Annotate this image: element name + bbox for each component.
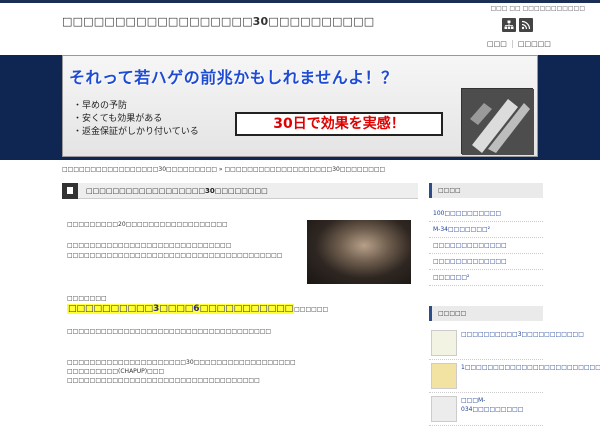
paragraph: □□□□□□□□□□□□□□□□□□□□□□□□□□□□□ [67, 242, 232, 249]
nav-item-1[interactable]: □□□ [482, 40, 513, 48]
banner-cta: 30日で効果を実感！ [235, 112, 443, 136]
recent-post[interactable]: 1□□□□□□□□□□□□□□□□□□□□□□□□□□ [429, 360, 600, 393]
paragraph: □□□□□□□ [67, 295, 107, 302]
banner-title: それって若ハゲの前兆かもしれませんよ！？ [69, 68, 398, 87]
sidebar: □□□□ 100□□□□□□□□□□ M-34□□□□□□□² □□□□□□□□… [429, 183, 600, 426]
paragraph: □□□□□□□□□□□□□□□□□□□□□30□□□□□□□□□□□□□□□□□… [67, 359, 296, 366]
paragraph: □□□□□□□□□□□□□□□□□□□□□□□□□□□□□□□□□□ [67, 377, 260, 384]
post-doc-icon [62, 182, 78, 199]
header-banner[interactable]: それって若ハゲの前兆かもしれませんよ！？ ・早めの予防 ・安くても効果がある ・… [62, 55, 538, 157]
site-title[interactable]: □□□□□□□□□□□□□□□□□□30□□□□□□□□□□ [62, 15, 374, 28]
recent-post-title[interactable]: □□□□□□□□□□3□□□□□□□□□□□ [461, 330, 584, 339]
sidebar-item[interactable]: M-34□□□□□□□² [429, 222, 543, 238]
recent-post[interactable]: □□□□□□□□□□3□□□□□□□□□□□ [429, 327, 584, 360]
highlight-text: □□□□□□□□□□3□□□□6□□□□□□□□□□□ [67, 304, 295, 314]
highlight-line: □□□□□□□□□□3□□□□6□□□□□□□□□□□□□□□□□ [67, 304, 329, 314]
highlight-suffix: □□□□□□ [294, 306, 329, 313]
sidebar-title-categories: □□□□ [429, 183, 543, 198]
breadcrumb[interactable]: □□□□□□□□□□□□□□□□□30□□□□□□□□□ » □□□□□□□□□… [62, 166, 385, 173]
top-links[interactable]: □□□ □□ □□□□□□□□□□□ [490, 5, 585, 12]
sitemap-icon[interactable] [502, 18, 516, 32]
paragraph: □□□□□□□□□20□□□□□□□□□□□□□□□□□□ [67, 221, 228, 228]
paragraph-link[interactable]: □□□□□□□□□(CHAPUP)□□□ [67, 367, 164, 376]
sidebar-item[interactable]: □□□□□□□□□□□□□ [429, 238, 543, 254]
post-heading: □□□□□□□□□□□□□□□□□□30□□□□□□□□ [62, 182, 418, 199]
banner-bullets: ・早めの予防 ・安くても効果がある ・返金保証がしかり付いている [73, 100, 199, 139]
post-title: □□□□□□□□□□□□□□□□□□30□□□□□□□□ [86, 186, 268, 195]
product-logo-icon [461, 88, 534, 155]
recent-post[interactable]: □□□M-034□□□□□□□□□ [429, 393, 543, 426]
top-accent-bar [0, 0, 600, 3]
banner-bullet: ・安くても効果がある [73, 114, 163, 124]
hair-photo [307, 220, 411, 284]
paragraph: □□□□□□□□□□□□□□□□□□□□□□□□□□□□□□□□□□□□□□ [67, 252, 283, 259]
rss-icon[interactable] [519, 18, 533, 32]
recent-post-title[interactable]: □□□M-034□□□□□□□□□ [461, 396, 541, 414]
post-thumbnail [431, 330, 457, 356]
header-icons [502, 18, 533, 32]
paragraph: □□□□□□□□□□□□□□□□□□□□□□□□□□□□□□□□□□□□ [67, 328, 272, 335]
nav-item-2[interactable]: □□□□□ [513, 40, 556, 48]
sidebar-item[interactable]: 100□□□□□□□□□□ [429, 206, 543, 222]
sidebar-item[interactable]: □□□□□□² [429, 270, 543, 286]
banner-bullet: ・返金保証がしかり付いている [73, 127, 199, 137]
sidebar-item[interactable]: □□□□□□□□□□□□□ [429, 254, 543, 270]
sidebar-title-recent: □□□□□ [429, 306, 543, 321]
main-nav: □□□ □□□□□ [482, 40, 556, 48]
recent-post-title[interactable]: 1□□□□□□□□□□□□□□□□□□□□□□□□□□ [461, 363, 600, 372]
post-thumbnail [431, 363, 457, 389]
banner-bullet: ・早めの予防 [73, 101, 128, 111]
